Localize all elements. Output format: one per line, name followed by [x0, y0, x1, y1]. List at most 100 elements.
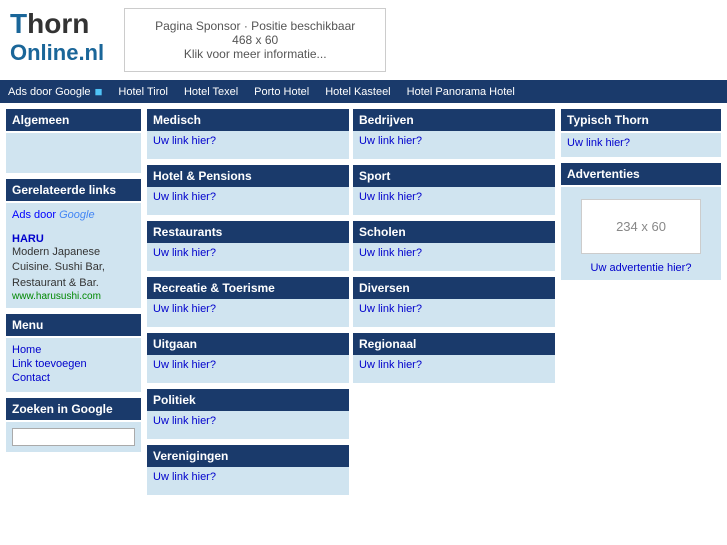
left-sidebar: Algemeen Gerelateerde links Ads door Goo… [6, 109, 141, 497]
bedrijven-body: Uw link hier? [353, 131, 555, 159]
verenigingen-header: Verenigingen [147, 445, 349, 467]
hotel-header: Hotel & Pensions [147, 165, 349, 187]
bedrijven-header: Bedrijven [353, 109, 555, 131]
gerelateerde-section: Gerelateerde links Ads door Google HARU … [6, 179, 141, 308]
ads-google-link[interactable]: Ads door Google [12, 209, 135, 221]
ad-banner-box: 234 x 60 [581, 199, 701, 254]
category-sport: Sport Uw link hier? [353, 165, 555, 215]
zoeken-header: Zoeken in Google [6, 398, 141, 420]
ad-placement-link[interactable]: Uw advertentie hier? [591, 262, 692, 274]
ad-link-hotel-panorama[interactable]: Hotel Panorama Hotel [407, 86, 515, 98]
recreatie-header: Recreatie & Toerisme [147, 277, 349, 299]
sponsor-line3: Klik voor meer informatie... [155, 47, 355, 61]
menu-link-toevoegen[interactable]: Link toevoegen [12, 358, 135, 370]
scholen-header: Scholen [353, 221, 555, 243]
scholen-link[interactable]: Uw link hier? [359, 247, 422, 259]
menu-home[interactable]: Home [12, 344, 135, 356]
haru-title: HARU [12, 233, 44, 245]
sponsor-line1: Pagina Sponsor · Positie beschikbaar [155, 19, 355, 33]
zoeken-section: Zoeken in Google [6, 398, 141, 452]
menu-contact[interactable]: Contact [12, 372, 135, 384]
algemeen-content [6, 133, 141, 173]
category-diversen: Diversen Uw link hier? [353, 277, 555, 327]
category-bedrijven: Bedrijven Uw link hier? [353, 109, 555, 159]
category-hotel: Hotel & Pensions Uw link hier? [147, 165, 349, 215]
ad-link-porto-hotel[interactable]: Porto Hotel [254, 86, 309, 98]
diversen-link[interactable]: Uw link hier? [359, 303, 422, 315]
sport-link[interactable]: Uw link hier? [359, 191, 422, 203]
politiek-link[interactable]: Uw link hier? [153, 415, 216, 427]
category-verenigingen: Verenigingen Uw link hier? [147, 445, 349, 495]
regionaal-header: Regionaal [353, 333, 555, 355]
search-box [6, 422, 141, 452]
menu-section: Menu Home Link toevoegen Contact [6, 314, 141, 392]
ads-google-label: Ads door Google ■ [8, 84, 102, 99]
diversen-header: Diversen [353, 277, 555, 299]
category-medisch: Medisch Uw link hier? [147, 109, 349, 159]
haru-link[interactable]: HARU [12, 233, 135, 245]
haru-description: Modern Japanese Cuisine. Sushi Bar, Rest… [12, 245, 135, 291]
logo-online: Online.nl [10, 40, 104, 66]
sponsor-line2: 468 x 60 [155, 33, 355, 47]
category-restaurants: Restaurants Uw link hier? [147, 221, 349, 271]
hotel-link[interactable]: Uw link hier? [153, 191, 216, 203]
ads-google-sidebar: Ads door [12, 209, 59, 221]
restaurants-header: Restaurants [147, 221, 349, 243]
logo-t: T [10, 8, 27, 39]
bedrijven-link[interactable]: Uw link hier? [359, 135, 422, 147]
typisch-header: Typisch Thorn [561, 109, 721, 131]
hotel-body: Uw link hier? [147, 187, 349, 215]
sponsor-box[interactable]: Pagina Sponsor · Positie beschikbaar 468… [124, 8, 386, 72]
uitgaan-header: Uitgaan [147, 333, 349, 355]
logo-rest: horn [27, 8, 89, 39]
ad-bar: Ads door Google ■ Hotel Tirol Hotel Texe… [0, 80, 727, 103]
category-recreatie: Recreatie & Toerisme Uw link hier? [147, 277, 349, 327]
medisch-body: Uw link hier? [147, 131, 349, 159]
sport-body: Uw link hier? [353, 187, 555, 215]
recreatie-link[interactable]: Uw link hier? [153, 303, 216, 315]
algemeen-header: Algemeen [6, 109, 141, 131]
typisch-link[interactable]: Uw link hier? [567, 137, 630, 149]
politiek-body: Uw link hier? [147, 411, 349, 439]
ads-label: Ads door Google [8, 86, 91, 98]
category-politiek: Politiek Uw link hier? [147, 389, 349, 439]
restaurants-body: Uw link hier? [147, 243, 349, 271]
verenigingen-link[interactable]: Uw link hier? [153, 471, 216, 483]
medisch-link[interactable]: Uw link hier? [153, 135, 216, 147]
politiek-header: Politiek [147, 389, 349, 411]
diversen-body: Uw link hier? [353, 299, 555, 327]
google-icon: ■ [95, 84, 103, 99]
advertenties-content: 234 x 60 Uw advertentie hier? [561, 187, 721, 280]
right-sidebar: Typisch Thorn Uw link hier? Advertenties… [561, 109, 721, 497]
typisch-content: Uw link hier? [561, 133, 721, 157]
sport-header: Sport [353, 165, 555, 187]
category-grid: Medisch Uw link hier? Bedrijven Uw link … [147, 109, 555, 497]
restaurants-link[interactable]: Uw link hier? [153, 247, 216, 259]
ad-link-hotel-texel[interactable]: Hotel Texel [184, 86, 238, 98]
gerelateerde-content: Ads door Google HARU Modern Japanese Cui… [6, 203, 141, 308]
site-logo: Thorn Online.nl [10, 8, 104, 66]
verenigingen-body: Uw link hier? [147, 467, 349, 495]
uitgaan-body: Uw link hier? [147, 355, 349, 383]
menu-header: Menu [6, 314, 141, 336]
advertenties-section: Advertenties 234 x 60 Uw advertentie hie… [561, 163, 721, 280]
typisch-section: Typisch Thorn Uw link hier? [561, 109, 721, 157]
regionaal-link[interactable]: Uw link hier? [359, 359, 422, 371]
advertenties-header: Advertenties [561, 163, 721, 185]
main-content: Medisch Uw link hier? Bedrijven Uw link … [147, 109, 555, 497]
haru-url[interactable]: www.harusushi.com [12, 291, 135, 302]
google-text: Google [59, 209, 94, 221]
algemeen-section: Algemeen [6, 109, 141, 173]
recreatie-body: Uw link hier? [147, 299, 349, 327]
search-input[interactable] [12, 428, 135, 446]
scholen-body: Uw link hier? [353, 243, 555, 271]
gerelateerde-header: Gerelateerde links [6, 179, 141, 201]
category-uitgaan: Uitgaan Uw link hier? [147, 333, 349, 383]
medisch-header: Medisch [147, 109, 349, 131]
uitgaan-link[interactable]: Uw link hier? [153, 359, 216, 371]
regionaal-body: Uw link hier? [353, 355, 555, 383]
ad-link-hotel-kasteel[interactable]: Hotel Kasteel [325, 86, 390, 98]
ad-link-hotel-tirol[interactable]: Hotel Tirol [118, 86, 168, 98]
category-scholen: Scholen Uw link hier? [353, 221, 555, 271]
category-regionaal: Regionaal Uw link hier? [353, 333, 555, 383]
